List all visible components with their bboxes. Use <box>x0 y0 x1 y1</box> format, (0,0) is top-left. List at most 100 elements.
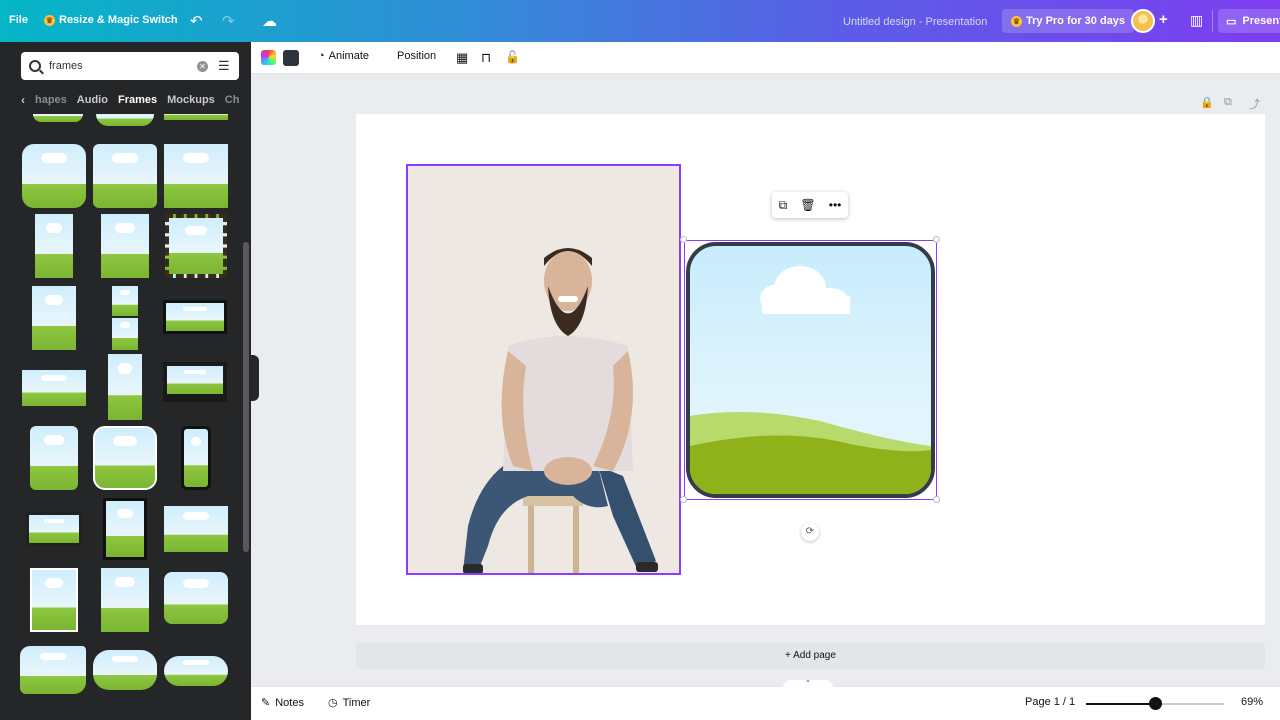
file-menu[interactable]: File <box>9 14 28 26</box>
tab-shapes[interactable]: hapes <box>35 94 67 106</box>
page-indicator[interactable]: Page 1 / 1 <box>1025 696 1075 708</box>
try-pro-label: Try Pro for 30 days <box>1026 15 1126 27</box>
chevron-up-icon[interactable]: ⌃ <box>783 680 833 688</box>
frame-thumbnail[interactable] <box>22 370 86 406</box>
frame-thumbnail[interactable] <box>26 512 82 546</box>
redo-icon[interactable]: ↷ <box>222 12 235 30</box>
search-box[interactable]: ✕ ☰ <box>21 52 239 80</box>
tab-mockups[interactable]: Mockups <box>167 94 215 106</box>
duplicate-icon[interactable]: ⧉ <box>779 198 788 213</box>
try-pro-button[interactable]: ♛ Try Pro for 30 days <box>1002 9 1135 33</box>
duplicate-page-icon[interactable]: ⧉ <box>1224 96 1232 109</box>
lock-icon[interactable]: 🔒 <box>1200 96 1214 109</box>
color-picker-icon[interactable] <box>261 50 276 65</box>
frame-thumbnail[interactable] <box>181 426 211 490</box>
animate-label: Animate <box>328 50 370 62</box>
frame-thumbnail[interactable] <box>164 656 228 686</box>
resize-handle[interactable] <box>933 236 940 243</box>
search-input[interactable] <box>49 60 189 72</box>
zoom-level[interactable]: 69% <box>1241 696 1263 708</box>
present-label: Present <box>1242 15 1280 27</box>
timer-button[interactable]: ◷ Timer <box>328 696 371 710</box>
photo-element[interactable] <box>406 164 681 575</box>
bottom-bar: ⌃ ✎ Notes ◷ Timer Page 1 / 1 69% <box>251 680 1280 720</box>
rotate-icon[interactable]: ⟳ <box>801 523 819 541</box>
paint-roller-icon[interactable]: ⊓ <box>481 50 491 66</box>
animate-button[interactable]: ◔ Animate <box>318 50 369 62</box>
frame-thumbnail[interactable] <box>163 362 227 402</box>
cloud-save-icon[interactable]: ☁ <box>262 12 277 30</box>
frame-thumbnail[interactable] <box>96 114 154 126</box>
man-sitting-photo <box>463 248 658 573</box>
resize-label: Resize & Magic Switch <box>59 14 178 26</box>
side-panel: ✕ ☰ ‹ hapes Audio Frames Mockups Ch › <box>0 42 251 720</box>
present-button[interactable]: ▭ Present <box>1218 9 1280 33</box>
frame-thumbnail[interactable] <box>93 144 157 208</box>
frame-thumbnail[interactable] <box>30 568 78 632</box>
frame-thumbnail[interactable] <box>108 354 142 420</box>
tab-audio[interactable]: Audio <box>77 94 108 106</box>
timer-label: Timer <box>342 696 371 709</box>
color-swatch[interactable] <box>283 50 299 66</box>
notes-label: Notes <box>275 696 304 709</box>
lock-icon[interactable]: 🔓 <box>505 50 520 64</box>
frame-thumbnail[interactable] <box>163 300 227 334</box>
notes-icon: ✎ <box>261 697 271 709</box>
notes-button[interactable]: ✎ Notes <box>261 696 304 710</box>
bar-chart-icon[interactable]: ▥ <box>1190 12 1203 29</box>
clear-icon[interactable]: ✕ <box>197 60 208 72</box>
design-title[interactable]: Untitled design - Presentation <box>843 16 987 28</box>
resize-handle[interactable] <box>680 496 687 503</box>
transparency-icon[interactable]: ▦ <box>456 50 468 66</box>
trash-icon[interactable]: 🗑 <box>800 198 815 212</box>
plus-icon[interactable]: + <box>1159 11 1168 28</box>
frame-thumbnail[interactable] <box>30 426 78 490</box>
tab-frames[interactable]: Frames <box>118 94 157 106</box>
resize-handle[interactable] <box>680 236 687 243</box>
collapse-panel-handle[interactable] <box>251 355 259 401</box>
frame-thumbnail[interactable] <box>164 572 228 624</box>
frames-grid <box>0 114 240 720</box>
frame-thumbnail[interactable] <box>112 286 138 316</box>
add-page-button[interactable]: + Add page <box>356 642 1265 669</box>
undo-icon[interactable]: ↶ <box>190 12 203 30</box>
sidebar-scrollbar[interactable] <box>243 242 249 552</box>
add-page-icon[interactable]: ⤴ <box>1249 96 1260 112</box>
editor-toolbar: ◔ Animate Position ▦ ⊓ 🔓 <box>251 42 1280 74</box>
frame-thumbnail[interactable] <box>22 144 86 208</box>
zoom-slider-fill <box>1086 703 1155 705</box>
frame-thumbnail[interactable] <box>93 650 157 690</box>
tab-charts[interactable]: Ch <box>225 94 240 106</box>
more-icon[interactable]: ••• <box>829 198 842 212</box>
crown-icon: ♛ <box>1011 15 1022 27</box>
animate-icon: ◔ <box>318 50 325 62</box>
position-button[interactable]: Position <box>397 50 436 62</box>
selection-box <box>684 240 937 500</box>
frame-thumbnail[interactable] <box>93 426 157 490</box>
frame-thumbnail[interactable] <box>35 214 73 278</box>
frame-thumbnail[interactable] <box>112 318 138 350</box>
timer-icon: ◷ <box>328 697 338 709</box>
frame-thumbnail[interactable] <box>33 114 83 122</box>
resize-handle[interactable] <box>933 496 940 503</box>
resize-button[interactable]: ♛ Resize & Magic Switch <box>44 14 178 26</box>
frame-thumbnail[interactable] <box>164 506 228 552</box>
crown-icon: ♛ <box>44 14 55 26</box>
frame-thumbnail[interactable] <box>101 214 149 278</box>
divider <box>1212 10 1213 32</box>
avatar[interactable] <box>1131 9 1155 33</box>
frame-thumbnail[interactable] <box>164 144 228 208</box>
frame-thumbnail[interactable] <box>32 286 76 350</box>
frame-thumbnail[interactable] <box>20 646 86 694</box>
zoom-slider-knob[interactable] <box>1149 697 1162 710</box>
chevron-left-icon[interactable]: ‹ <box>21 93 25 107</box>
filter-icon[interactable]: ☰ <box>218 58 230 74</box>
top-bar: File ♛ Resize & Magic Switch ↶ ↷ ☁ Untit… <box>0 0 1280 42</box>
frame-thumbnail[interactable] <box>165 214 227 278</box>
search-icon <box>29 60 41 72</box>
category-tabs: ‹ hapes Audio Frames Mockups Ch › <box>21 92 241 108</box>
frame-thumbnail[interactable] <box>103 498 147 560</box>
frame-thumbnail[interactable] <box>164 114 228 120</box>
element-context-menu: ⧉ 🗑 ••• <box>772 192 848 218</box>
frame-thumbnail[interactable] <box>101 568 149 632</box>
